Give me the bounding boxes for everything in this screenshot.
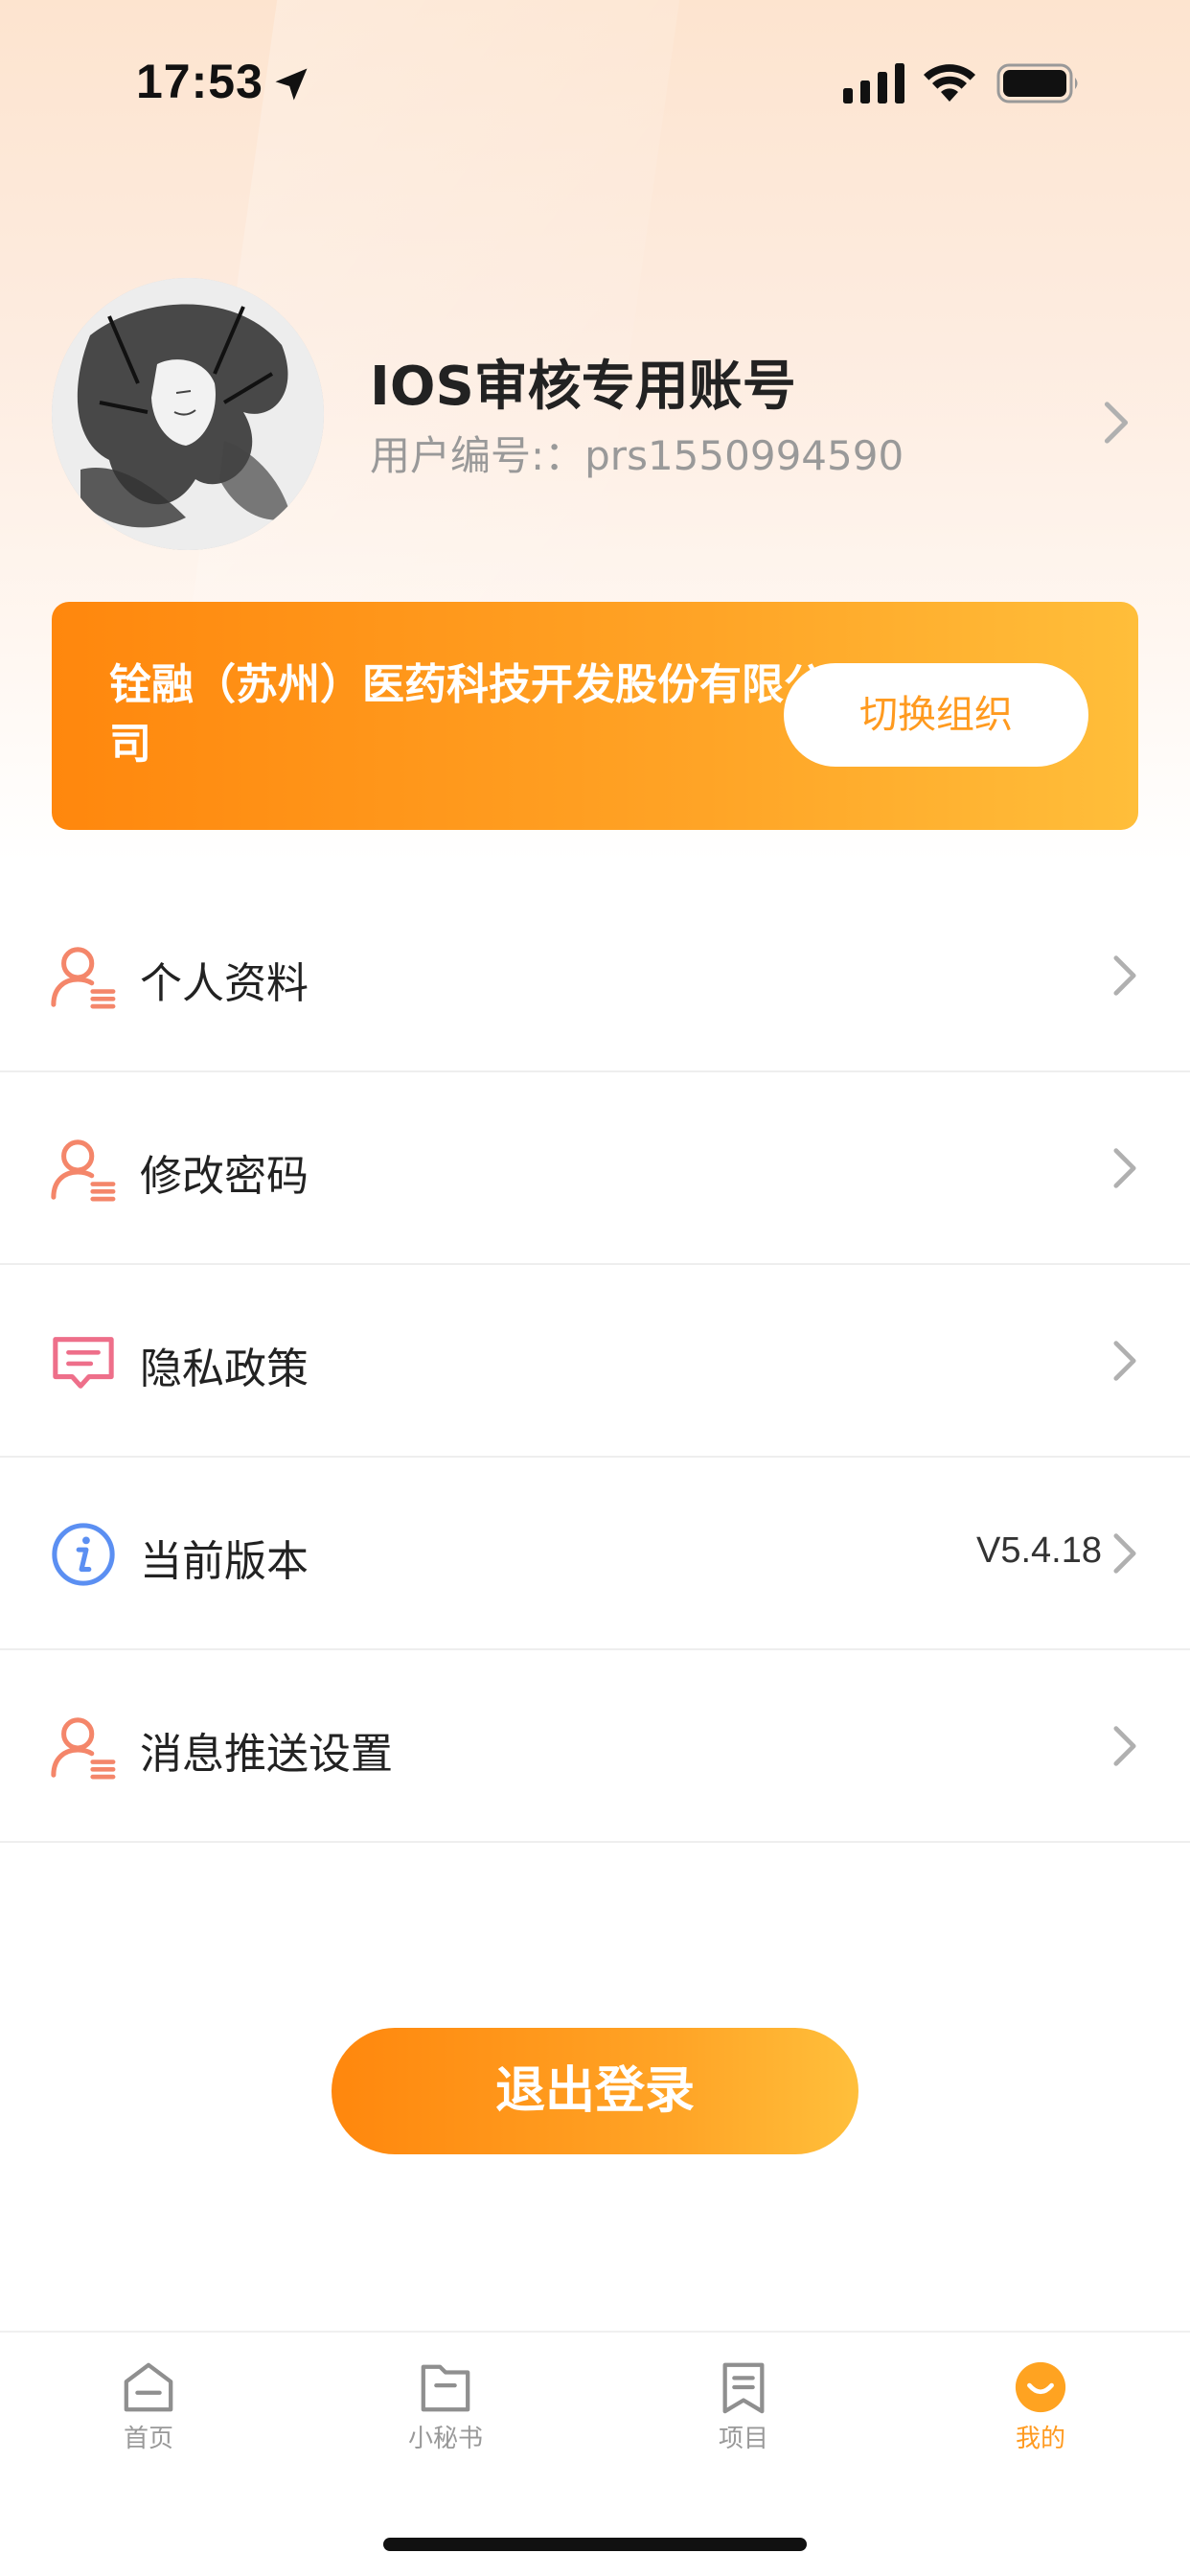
bookmark-icon	[722, 2362, 765, 2414]
tab-mine[interactable]: 我的	[964, 2359, 1117, 2454]
user-list-icon	[51, 1139, 116, 1202]
menu-item-privacy-policy[interactable]: 隐私政策	[0, 1265, 1190, 1458]
menu-item-change-password[interactable]: 修改密码	[0, 1072, 1190, 1265]
home-indicator	[383, 2538, 807, 2551]
tab-projects[interactable]: 项目	[667, 2359, 820, 2454]
menu-item-profile[interactable]: 个人资料	[0, 880, 1190, 1072]
settings-menu: 个人资料 修改密码 隐私政策 当前版本 V5.4.18 消息推送设置	[0, 880, 1190, 1843]
chevron-right-icon[interactable]	[1102, 401, 1131, 445]
chevron-right-icon	[1113, 1533, 1136, 1574]
location-arrow-icon	[275, 68, 308, 101]
folder-icon	[421, 2364, 470, 2412]
chevron-right-icon	[1113, 955, 1136, 996]
menu-item-label: 个人资料	[140, 959, 309, 1008]
tab-secretary[interactable]: 小秘书	[369, 2359, 522, 2454]
wifi-icon	[924, 64, 975, 102]
tab-home[interactable]: 首页	[72, 2359, 225, 2454]
chevron-right-icon	[1113, 1726, 1136, 1766]
menu-item-push-settings[interactable]: 消息推送设置	[0, 1650, 1190, 1843]
user-id: 用户编号:：prs1550994590	[370, 432, 904, 479]
info-icon	[52, 1523, 115, 1586]
menu-item-label: 当前版本	[140, 1537, 309, 1586]
tab-label: 项目	[718, 2425, 768, 2453]
tab-label: 首页	[123, 2425, 173, 2453]
version-value: V5.4.18	[976, 1530, 1102, 1571]
menu-item-label: 消息推送设置	[140, 1730, 393, 1779]
smile-icon	[1015, 2361, 1066, 2413]
avatar-illustration	[52, 278, 324, 550]
user-list-icon	[51, 1717, 116, 1780]
menu-item-label: 修改密码	[140, 1152, 309, 1201]
status-bar: 17:53	[0, 0, 1190, 172]
avatar[interactable]	[52, 278, 324, 550]
logout-button[interactable]: 退出登录	[332, 2028, 858, 2154]
user-list-icon	[51, 947, 116, 1009]
switch-organization-button[interactable]: 切换组织	[784, 663, 1088, 767]
tab-label: 我的	[1015, 2425, 1065, 2453]
message-icon	[53, 1337, 114, 1389]
organization-card: 铨融（苏州）医药科技开发股份有限公司 切换组织	[52, 602, 1138, 830]
chevron-right-icon	[1113, 1148, 1136, 1188]
menu-item-current-version[interactable]: 当前版本 V5.4.18	[0, 1458, 1190, 1650]
chevron-right-icon	[1113, 1341, 1136, 1381]
status-time: 17:53	[136, 55, 263, 108]
organization-name: 铨融（苏州）医药科技开发股份有限公司	[109, 660, 826, 769]
tab-label: 小秘书	[407, 2425, 483, 2453]
profile-name: IOS审核专用账号	[370, 356, 796, 418]
home-icon	[124, 2362, 173, 2412]
battery-icon	[996, 63, 1078, 104]
menu-item-label: 隐私政策	[140, 1345, 309, 1393]
cellular-signal-icon	[843, 63, 904, 104]
